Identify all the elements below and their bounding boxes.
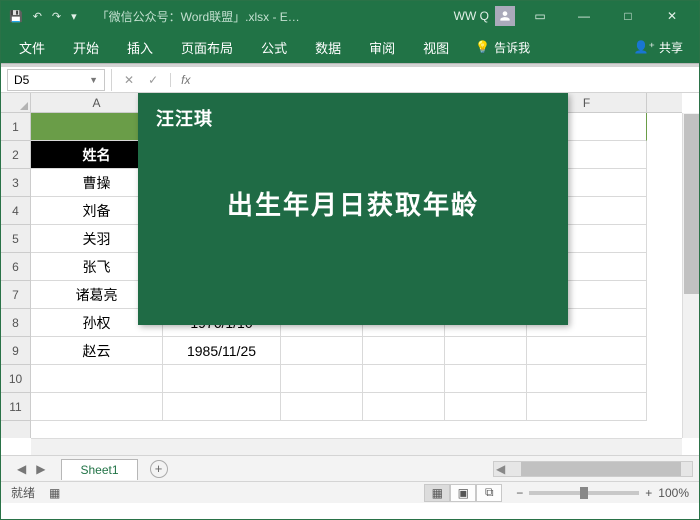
cell[interactable]	[445, 365, 527, 393]
share-icon: 👤⁺	[634, 40, 655, 54]
formula-bar: D5▼ ✕ ✓ fx	[1, 67, 699, 93]
redo-icon[interactable]: ↷	[52, 10, 61, 23]
cell[interactable]	[527, 365, 647, 393]
cell[interactable]	[281, 393, 363, 421]
scrollbar-thumb[interactable]	[684, 114, 699, 294]
row-header[interactable]: 2	[1, 141, 30, 169]
zoom-controls: − + 100%	[516, 486, 689, 500]
view-switcher: ▦ ▣ ⧉	[424, 484, 502, 502]
row-header[interactable]: 1	[1, 113, 30, 141]
row-header[interactable]: 9	[1, 337, 30, 365]
cell[interactable]: 赵云	[31, 337, 163, 365]
status-ready: 就绪	[11, 484, 35, 501]
window-title: 「微信公众号：Word联盟」.xlsx - E…	[97, 8, 440, 25]
tab-data[interactable]: 数据	[303, 32, 353, 63]
ribbon: 文件 开始 插入 页面布局 公式 数据 审阅 视图 💡告诉我 👤⁺共享	[1, 31, 699, 63]
minimize-icon[interactable]: —	[565, 1, 603, 31]
cell[interactable]	[363, 365, 445, 393]
sheet-tab-bar: ◀▶ Sheet1 + ◀	[1, 455, 699, 481]
row-header[interactable]: 8	[1, 309, 30, 337]
cell[interactable]	[163, 393, 281, 421]
tab-review[interactable]: 审阅	[357, 32, 407, 63]
cell[interactable]	[163, 365, 281, 393]
avatar[interactable]	[495, 6, 515, 26]
add-sheet-button[interactable]: +	[150, 460, 168, 478]
row-header[interactable]: 11	[1, 393, 30, 421]
slider-knob[interactable]	[580, 487, 588, 499]
row-header[interactable]: 4	[1, 197, 30, 225]
tab-home[interactable]: 开始	[61, 32, 111, 63]
next-sheet-icon[interactable]: ▶	[36, 462, 45, 476]
undo-icon[interactable]: ↶	[33, 10, 42, 23]
maximize-icon[interactable]: □	[609, 1, 647, 31]
cancel-icon[interactable]: ✕	[124, 73, 134, 87]
tab-layout[interactable]: 页面布局	[169, 32, 245, 63]
row-headers: 1 2 3 4 5 6 7 8 9 10 11	[1, 113, 31, 438]
overlay-author: 汪汪琪	[156, 105, 213, 131]
tab-file[interactable]: 文件	[7, 32, 57, 63]
ribbon-options-icon[interactable]: ▭	[521, 1, 559, 31]
tab-view[interactable]: 视图	[411, 32, 461, 63]
vertical-scrollbar[interactable]	[682, 113, 699, 438]
overlay-image: 汪汪琪 出生年月日获取年龄	[138, 93, 568, 325]
horizontal-scrollbar[interactable]: ◀	[493, 461, 693, 477]
save-icon[interactable]: 💾	[9, 10, 23, 23]
cell[interactable]	[363, 393, 445, 421]
cell[interactable]: 1985/11/25	[163, 337, 281, 365]
row-header[interactable]: 6	[1, 253, 30, 281]
qat-menu-icon[interactable]: ▾	[71, 10, 77, 23]
prev-sheet-icon[interactable]: ◀	[17, 462, 26, 476]
chevron-down-icon[interactable]: ▼	[89, 75, 98, 85]
title-bar: 💾 ↶ ↷ ▾ 「微信公众号：Word联盟」.xlsx - E… WW Q ▭ …	[1, 1, 699, 31]
cell[interactable]	[527, 393, 647, 421]
zoom-level[interactable]: 100%	[658, 486, 689, 500]
normal-view-icon[interactable]: ▦	[424, 484, 450, 502]
tab-formulas[interactable]: 公式	[249, 32, 299, 63]
select-all-corner[interactable]	[1, 93, 31, 113]
row-header[interactable]: 5	[1, 225, 30, 253]
sheet-nav[interactable]: ◀▶	[1, 462, 61, 476]
tell-me[interactable]: 💡告诉我	[465, 39, 540, 56]
tab-insert[interactable]: 插入	[115, 32, 165, 63]
share-button[interactable]: 👤⁺共享	[624, 39, 693, 56]
horizontal-scrollbar-area	[31, 438, 682, 455]
cell[interactable]	[281, 337, 363, 365]
sheet-tab[interactable]: Sheet1	[61, 459, 137, 480]
macro-icon[interactable]: ▦	[49, 486, 60, 500]
spreadsheet-grid: A B C D E F 1 2 3 4 5 6 7 8 9 10 11 出 姓名…	[1, 93, 699, 455]
zoom-slider[interactable]	[529, 491, 639, 495]
row-header[interactable]: 7	[1, 281, 30, 309]
cell[interactable]	[31, 365, 163, 393]
cell[interactable]	[31, 393, 163, 421]
fx-icon[interactable]: fx	[170, 73, 200, 87]
scrollbar-thumb[interactable]	[521, 462, 681, 476]
row-header[interactable]: 10	[1, 365, 30, 393]
cell[interactable]	[363, 337, 445, 365]
page-break-icon[interactable]: ⧉	[476, 484, 502, 502]
cell[interactable]	[445, 393, 527, 421]
close-icon[interactable]: ✕	[653, 1, 691, 31]
zoom-out-icon[interactable]: −	[516, 486, 523, 500]
name-box[interactable]: D5▼	[7, 69, 105, 91]
scroll-left-icon[interactable]: ◀	[494, 462, 507, 476]
quick-access-toolbar: 💾 ↶ ↷ ▾	[9, 10, 77, 23]
accept-icon[interactable]: ✓	[148, 73, 158, 87]
row-header[interactable]: 3	[1, 169, 30, 197]
zoom-in-icon[interactable]: +	[645, 486, 652, 500]
bulb-icon: 💡	[475, 40, 490, 54]
overlay-title: 出生年月日获取年龄	[138, 185, 568, 222]
cell[interactable]	[527, 337, 647, 365]
page-layout-icon[interactable]: ▣	[450, 484, 476, 502]
cell[interactable]	[445, 337, 527, 365]
status-bar: 就绪 ▦ ▦ ▣ ⧉ − + 100%	[1, 481, 699, 503]
user-label: WW Q	[454, 9, 489, 23]
cell[interactable]	[281, 365, 363, 393]
